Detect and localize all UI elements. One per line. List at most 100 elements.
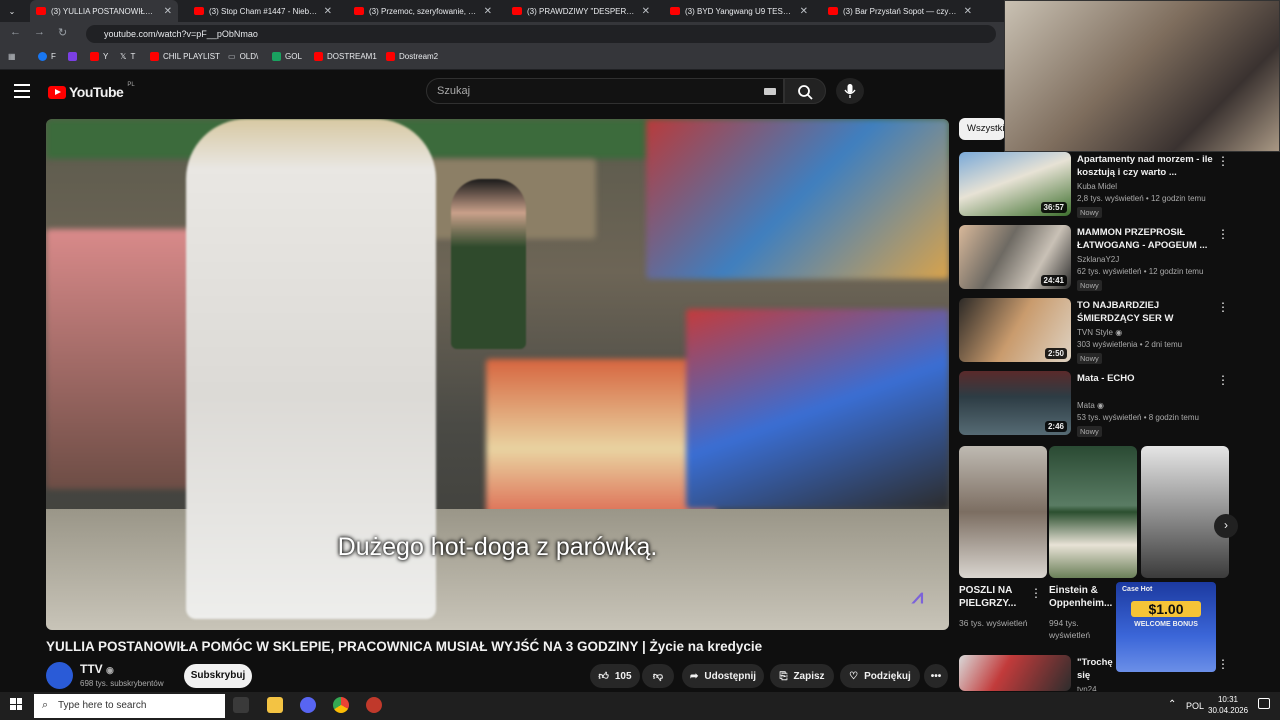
- filter-chip-all[interactable]: Wszystki: [959, 118, 1005, 140]
- chrome-icon[interactable]: [333, 697, 349, 713]
- video-title[interactable]: MAMMON PRZEPROSIŁ ŁATWOGANG - APOGEUM ..…: [1077, 226, 1213, 252]
- channel-name[interactable]: tvn24: [1077, 685, 1097, 691]
- duration-badge: 2:46: [1044, 421, 1067, 432]
- short-title[interactable]: Einstein & Oppenheim...: [1049, 584, 1121, 610]
- subscribe-button[interactable]: Subskrybuj: [184, 664, 252, 688]
- channel-name[interactable]: TTV ◉: [80, 662, 114, 676]
- recommended-video[interactable]: 2:50 TO NAJBARDZIEJ ŚMIERDZĄCY SER W IRL…: [959, 298, 1229, 368]
- more-vertical-icon[interactable]: ⋮: [1217, 154, 1229, 168]
- video-meta: 2,8 tys. wyświetleń • 12 godzin temu: [1077, 194, 1206, 203]
- store-shelf-left: [46, 229, 206, 489]
- tab-6[interactable]: (3) Bar Przystań Sopot — czy warto ✕: [822, 0, 978, 22]
- search-button[interactable]: [784, 78, 826, 104]
- short-thumbnail[interactable]: [959, 446, 1047, 578]
- bookmark-dostream2[interactable]: Dostream2: [386, 52, 438, 61]
- recommended-video[interactable]: 36:57 Apartamenty nad morzem - ile koszt…: [959, 152, 1229, 222]
- tab-1[interactable]: (3) YULLIA POSTANOWIŁA POMÓC W SKLEPIE✕: [30, 0, 178, 22]
- verified-icon: ◉: [1097, 401, 1105, 410]
- more-horizontal-icon: •••: [930, 670, 942, 682]
- youtube-logo[interactable]: YouTube PL: [48, 82, 135, 100]
- store-floor: [46, 509, 949, 630]
- file-explorer-icon[interactable]: [267, 697, 283, 713]
- channel-name[interactable]: Kuba Midel: [1077, 182, 1117, 191]
- more-actions-button[interactable]: •••: [924, 664, 948, 688]
- channel-name[interactable]: Mata ◉: [1077, 401, 1104, 410]
- video-title[interactable]: Apartamenty nad morzem - ile kosztują i …: [1077, 153, 1213, 179]
- windows-start-icon[interactable]: [10, 698, 22, 710]
- close-icon[interactable]: ✕: [800, 6, 808, 17]
- more-vertical-icon[interactable]: ⋮: [1217, 373, 1229, 387]
- recommended-video[interactable]: 24:41 MAMMON PRZEPROSIŁ ŁATWOGANG - APOG…: [959, 225, 1229, 295]
- channel-avatar[interactable]: [46, 662, 73, 689]
- bookmark-youtube[interactable]: Y: [90, 52, 108, 61]
- short-thumbnail[interactable]: [1049, 446, 1137, 578]
- ad-amount: $1.00: [1131, 601, 1201, 617]
- chevron-up-icon[interactable]: ⌃: [1168, 699, 1176, 710]
- channel-name[interactable]: TVN Style ◉: [1077, 328, 1122, 337]
- tab-4[interactable]: (3) PRAWDZIWY "DESPERO" Z INTERNETU✕: [506, 0, 656, 22]
- tab-search-icon[interactable]: ⌄: [4, 0, 20, 22]
- channel-watermark-icon[interactable]: ⩘: [912, 586, 923, 609]
- short-thumbnail[interactable]: [1141, 446, 1229, 578]
- apps-icon[interactable]: ▦: [8, 52, 16, 61]
- video-title[interactable]: "Trochę się dzieci dostaną na...": [1077, 656, 1117, 682]
- bookmark-dostream1[interactable]: DOSTREAM1: [314, 52, 377, 61]
- bookmark-twitch[interactable]: [68, 52, 77, 61]
- bookmark-gol[interactable]: GOL: [272, 52, 302, 61]
- short-title[interactable]: POSZLI NA PIELGRZY...: [959, 584, 1031, 610]
- close-icon[interactable]: ✕: [324, 6, 332, 17]
- video-thumbnail[interactable]: 36:57: [959, 152, 1071, 216]
- more-vertical-icon[interactable]: ⋮: [1030, 586, 1042, 600]
- video-title[interactable]: TO NAJBARDZIEJ ŚMIERDZĄCY SER W IRLANDII…: [1077, 299, 1213, 325]
- channel-name[interactable]: SzklanaY2J: [1077, 255, 1119, 264]
- share-button[interactable]: ➦ Udostępnij: [682, 664, 764, 688]
- heart-dollar-icon: ♡: [849, 670, 859, 682]
- video-title[interactable]: Mata - ECHO: [1077, 372, 1213, 385]
- hamburger-menu-icon[interactable]: [14, 84, 30, 98]
- back-icon[interactable]: ←: [10, 26, 21, 38]
- tab-3[interactable]: (3) Przemoc, szeryfowanie, donosy✕: [348, 0, 498, 22]
- close-icon[interactable]: ✕: [642, 6, 650, 17]
- obs-icon[interactable]: [366, 697, 382, 713]
- voice-search-button[interactable]: [836, 78, 864, 104]
- thanks-button[interactable]: ♡ Podziękuj: [840, 664, 920, 688]
- bookmark-chil-playlist[interactable]: CHIL PLAYLIST: [150, 52, 220, 61]
- language-indicator[interactable]: POL: [1186, 701, 1204, 711]
- tab-5[interactable]: (3) BYD Yangwang U9 TEST Chiński✕: [664, 0, 814, 22]
- search-icon: ⌕: [42, 699, 49, 711]
- dislike-button[interactable]: 👎︎: [642, 664, 674, 688]
- recommended-video[interactable]: "Trochę się dzieci dostaną na..." tvn24 …: [959, 655, 1229, 691]
- bookmark-folder-old[interactable]: ▭ OLD\: [228, 52, 258, 61]
- more-vertical-icon[interactable]: ⋮: [1217, 227, 1229, 241]
- video-caption: Dużego hot-doga z parówką.: [337, 533, 658, 561]
- chevron-right-icon[interactable]: ›: [1214, 514, 1238, 538]
- youtube-favicon-icon: [36, 7, 46, 15]
- save-button[interactable]: ⎘ Zapisz: [770, 664, 834, 688]
- video-thumbnail[interactable]: 2:50: [959, 298, 1071, 362]
- bookmark-x[interactable]: 𝕏T: [120, 52, 135, 61]
- url-field[interactable]: youtube.com/watch?v=pF__pObNmao: [86, 25, 996, 43]
- more-vertical-icon[interactable]: ⋮: [1217, 300, 1229, 314]
- task-view-icon[interactable]: [233, 697, 249, 713]
- tab-2[interactable]: (3) Stop Cham #1447 - Niebezpieczne✕: [188, 0, 338, 22]
- notification-icon[interactable]: [1258, 698, 1270, 709]
- search-input[interactable]: Szukaj: [426, 78, 784, 104]
- like-button[interactable]: 👍︎ 105: [590, 664, 640, 688]
- video-thumbnail[interactable]: [959, 655, 1071, 691]
- forward-icon[interactable]: →: [34, 26, 45, 38]
- discord-icon[interactable]: [300, 697, 316, 713]
- recommended-video[interactable]: 2:46 Mata - ECHO Mata ◉ 53 tys. wyświetl…: [959, 371, 1229, 441]
- close-icon[interactable]: ✕: [484, 6, 492, 17]
- video-thumbnail[interactable]: 24:41: [959, 225, 1071, 289]
- taskbar-search-input[interactable]: Type here to search: [34, 694, 225, 718]
- reload-icon[interactable]: ↻: [58, 26, 67, 39]
- more-vertical-icon[interactable]: ⋮: [1217, 657, 1229, 671]
- close-icon[interactable]: ✕: [964, 6, 972, 17]
- close-icon[interactable]: ✕: [164, 6, 172, 17]
- video-player[interactable]: Dużego hot-doga z parówką. ⩘: [46, 119, 949, 630]
- keyboard-icon[interactable]: [764, 88, 776, 95]
- clock[interactable]: 10:31 30.04.2026: [1208, 694, 1248, 716]
- microphone-icon: [844, 84, 856, 98]
- video-thumbnail[interactable]: 2:46: [959, 371, 1071, 435]
- bookmark-facebook[interactable]: F: [38, 52, 56, 61]
